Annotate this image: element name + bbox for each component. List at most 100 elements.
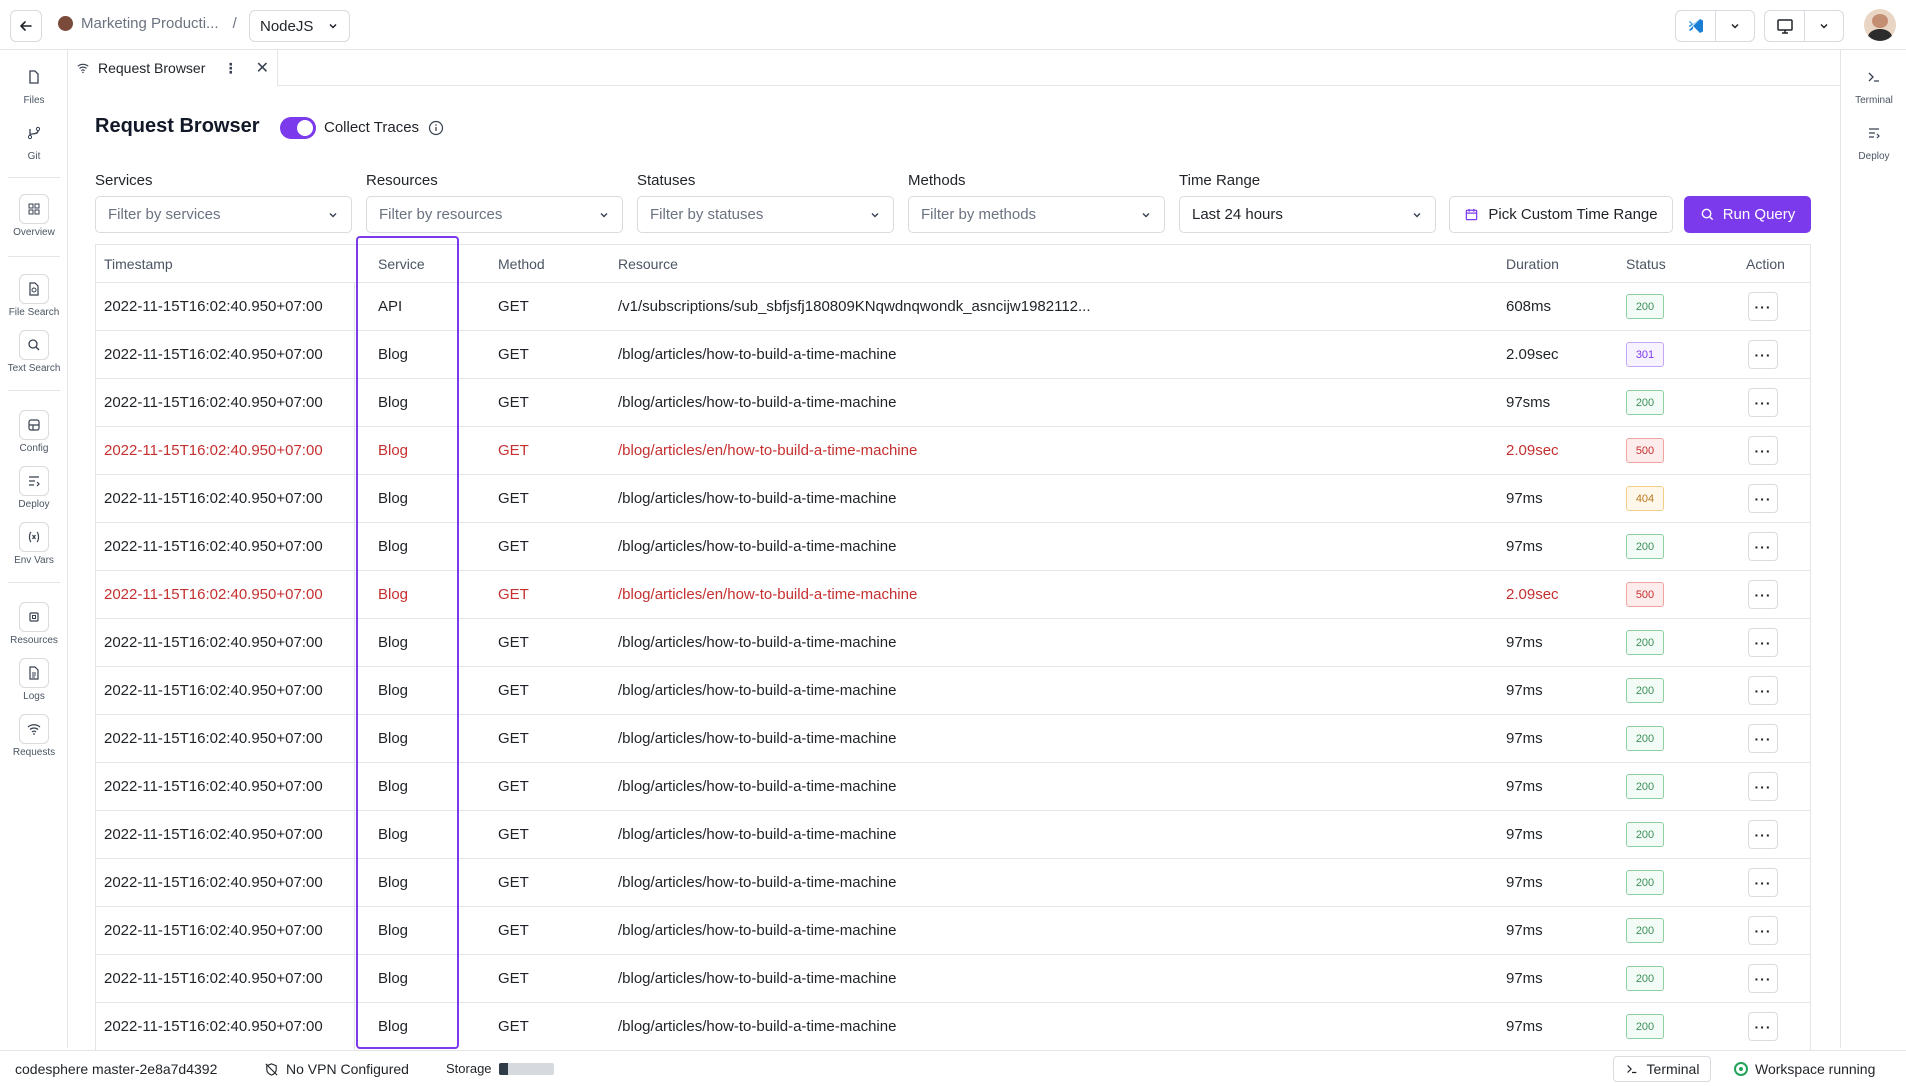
row-action-button[interactable]: ··· [1748, 964, 1778, 993]
row-action-button[interactable]: ··· [1748, 1012, 1778, 1041]
cell-method: GET [498, 1018, 529, 1035]
table-row[interactable]: 2022-11-15T16:02:40.950+07:00 Blog GET/blo… [96, 427, 1810, 475]
cell-duration: 2.09sec [1506, 586, 1559, 603]
table-row[interactable]: 2022-11-15T16:02:40.950+07:00 Blog GET/blo… [96, 907, 1810, 955]
tab-close-button[interactable]: ✕ [256, 58, 269, 78]
row-action-button[interactable]: ··· [1748, 484, 1778, 513]
sidebar-item-git[interactable]: Git [0, 118, 68, 162]
table-row[interactable]: 2022-11-15T16:02:40.950+07:00 Blog GET/blo… [96, 811, 1810, 859]
table-row[interactable]: 2022-11-15T16:02:40.950+07:00 API GET/v1/s… [96, 283, 1810, 331]
chevron-down-icon [329, 23, 337, 29]
tab-request-browser[interactable]: Request Browser ⋮ ✕ [68, 50, 278, 86]
pick-custom-time-range-button[interactable]: Pick Custom Time Range [1449, 196, 1673, 233]
cell-method: GET [498, 298, 529, 315]
table-row[interactable]: 2022-11-15T16:02:40.950+07:00 Blog GET/blo… [96, 331, 1810, 379]
workspace-status-label: Workspace running [1755, 1061, 1876, 1077]
sidebar-item-terminal[interactable]: Terminal [1841, 62, 1906, 106]
row-action-button[interactable]: ··· [1748, 916, 1778, 945]
tab-menu-button[interactable]: ⋮ [224, 60, 238, 77]
table-row[interactable]: 2022-11-15T16:02:40.950+07:00 Blog GET/blo… [96, 955, 1810, 1003]
row-action-button[interactable]: ··· [1748, 388, 1778, 417]
sidebar-item-logs[interactable]: Logs [0, 658, 68, 702]
row-action-button[interactable]: ··· [1748, 868, 1778, 897]
info-icon[interactable] [428, 120, 444, 136]
cell-duration: 97ms [1506, 490, 1543, 507]
collect-traces-toggle[interactable] [280, 117, 316, 139]
services-filter[interactable]: Filter by services [95, 196, 352, 233]
row-action-button[interactable]: ··· [1748, 724, 1778, 753]
row-action-button[interactable]: ··· [1748, 532, 1778, 561]
sidebar-item-config[interactable]: Config [0, 410, 68, 454]
sidebar-item-resources[interactable]: Resources [0, 602, 68, 646]
table-row[interactable]: 2022-11-15T16:02:40.950+07:00 Blog GET/blo… [96, 523, 1810, 571]
time-range-select[interactable]: Last 24 hours [1179, 196, 1436, 233]
table-row[interactable]: 2022-11-15T16:02:40.950+07:00 Blog GET/blo… [96, 763, 1810, 811]
table-row[interactable]: 2022-11-15T16:02:40.950+07:00 Blog GET/blo… [96, 859, 1810, 907]
vpn-status[interactable]: No VPN Configured [264, 1061, 409, 1077]
methods-filter[interactable]: Filter by methods [908, 196, 1165, 233]
column-header-resource[interactable]: Resource [618, 256, 678, 272]
table-row[interactable]: 2022-11-15T16:02:40.950+07:00 Blog GET/blo… [96, 379, 1810, 427]
row-action-button[interactable]: ··· [1748, 340, 1778, 369]
terminal-button[interactable]: Terminal [1613, 1056, 1711, 1082]
run-query-button[interactable]: Run Query [1684, 196, 1811, 233]
cell-timestamp: 2022-11-15T16:02:40.950+07:00 [104, 730, 323, 747]
sidebar-item-text-search[interactable]: Text Search [0, 330, 68, 374]
cell-service: Blog [378, 922, 409, 939]
sidebar-item-deploy-right[interactable]: Deploy [1841, 118, 1906, 162]
vscode-button[interactable] [1676, 11, 1715, 41]
cell-resource: /blog/articles/how-to-build-a-time-machi… [618, 682, 897, 699]
column-header-duration[interactable]: Duration [1506, 256, 1559, 272]
table-row[interactable]: 2022-11-15T16:02:40.950+07:00 Blog GET/blo… [96, 667, 1810, 715]
table-row[interactable]: 2022-11-15T16:02:40.950+07:00 Blog GET/blo… [96, 475, 1810, 523]
resources-filter[interactable]: Filter by resources [366, 196, 623, 233]
project-name[interactable]: Marketing Producti... [81, 15, 219, 32]
status-badge: 500 [1626, 438, 1664, 463]
column-header-status[interactable]: Status [1626, 256, 1666, 272]
sidebar-item-env-vars[interactable]: Env Vars [0, 522, 68, 566]
table-row[interactable]: 2022-11-15T16:02:40.950+07:00 Blog GET/blo… [96, 1003, 1810, 1050]
column-header-method[interactable]: Method [498, 256, 545, 272]
row-action-button[interactable]: ··· [1748, 292, 1778, 321]
vscode-dropdown-button[interactable] [1715, 11, 1754, 41]
workspace-status: Workspace running [1734, 1061, 1875, 1077]
arrow-left-icon [20, 21, 32, 31]
sidebar-item-files[interactable]: Files [0, 62, 68, 106]
statuses-filter[interactable]: Filter by statuses [637, 196, 894, 233]
tab-bar: Request Browser ⋮ ✕ [68, 50, 1840, 86]
table-row[interactable]: 2022-11-15T16:02:40.950+07:00 Blog GET/blo… [96, 619, 1810, 667]
sidebar-divider [8, 177, 60, 178]
cell-duration: 97ms [1506, 730, 1543, 747]
row-action-button[interactable]: ··· [1748, 772, 1778, 801]
sidebar-item-file-search[interactable]: File Search [0, 274, 68, 318]
sidebar-item-label: Text Search [7, 363, 61, 374]
chevron-down-icon [871, 212, 879, 217]
user-avatar[interactable] [1864, 9, 1896, 41]
preview-button[interactable] [1765, 11, 1804, 41]
status-running-icon [1734, 1062, 1748, 1076]
git-branch-icon [19, 118, 49, 148]
status-badge: 200 [1626, 534, 1664, 559]
cell-duration: 97ms [1506, 922, 1543, 939]
table-row[interactable]: 2022-11-15T16:02:40.950+07:00 Blog GET/blo… [96, 715, 1810, 763]
preview-dropdown-button[interactable] [1804, 11, 1843, 41]
row-action-button[interactable]: ··· [1748, 580, 1778, 609]
table-row[interactable]: 2022-11-15T16:02:40.950+07:00 Blog GET/blo… [96, 571, 1810, 619]
row-action-button[interactable]: ··· [1748, 676, 1778, 705]
cell-timestamp: 2022-11-15T16:02:40.950+07:00 [104, 586, 323, 603]
column-header-service[interactable]: Service [378, 256, 425, 272]
status-badge: 200 [1626, 1014, 1664, 1039]
sidebar-item-requests[interactable]: Requests [0, 714, 68, 758]
cell-resource: /v1/subscriptions/sub_sbfjsfj180809KNqwd… [618, 298, 1091, 315]
row-action-button[interactable]: ··· [1748, 436, 1778, 465]
storage-indicator: Storage [446, 1061, 554, 1076]
runtime-select[interactable]: NodeJS [249, 10, 350, 42]
status-badge: 200 [1626, 390, 1664, 415]
back-button[interactable] [10, 10, 42, 42]
row-action-button[interactable]: ··· [1748, 628, 1778, 657]
sidebar-item-deploy[interactable]: Deploy [0, 466, 68, 510]
sidebar-item-overview[interactable]: Overview [0, 194, 68, 238]
cell-resource: /blog/articles/how-to-build-a-time-machi… [618, 1018, 897, 1035]
row-action-button[interactable]: ··· [1748, 820, 1778, 849]
column-header-timestamp[interactable]: Timestamp [104, 256, 173, 272]
